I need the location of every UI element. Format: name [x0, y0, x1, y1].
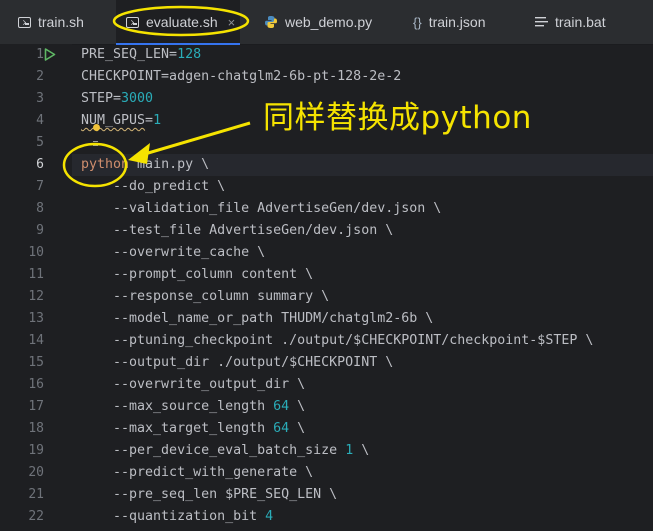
- line-number: 2: [36, 69, 44, 84]
- text-lines-icon: [535, 16, 548, 28]
- code-line-1: PRE_SEQ_LEN=128: [81, 47, 202, 62]
- line-number: 17: [28, 399, 44, 414]
- line-number: 14: [28, 333, 44, 348]
- line-number: 22: [28, 509, 44, 524]
- line-number: 8: [36, 201, 44, 216]
- line-number: 10: [28, 245, 44, 260]
- code-line-14: --ptuning_checkpoint ./output/$CHECKPOIN…: [81, 333, 594, 348]
- line-number: 9: [36, 223, 44, 238]
- caret-marker: [93, 141, 98, 146]
- line-number: 4: [36, 113, 44, 128]
- line-number: 3: [36, 91, 44, 106]
- tab-web-demo-py[interactable]: web_demo.py: [264, 0, 372, 44]
- code-line-20: --predict_with_generate \: [81, 465, 314, 480]
- editor-tab-bar: train.sh evaluate.sh × web_demo.py {} tr…: [0, 0, 653, 45]
- line-number: 20: [28, 465, 44, 480]
- tab-train-bat[interactable]: train.bat: [535, 0, 606, 44]
- tab-label: train.bat: [555, 14, 606, 30]
- run-script-icon[interactable]: [44, 48, 56, 61]
- code-line-2: CHECKPOINT=adgen-chatglm2-6b-pt-128-2e-2: [81, 69, 402, 84]
- line-number: 16: [28, 377, 44, 392]
- line-number: 15: [28, 355, 44, 370]
- json-braces-icon: {}: [413, 14, 422, 30]
- code-line-6: python main.py \: [81, 157, 210, 172]
- python-icon: [264, 15, 278, 29]
- line-number: 13: [28, 311, 44, 326]
- line-number: 5: [36, 135, 44, 150]
- code-line-11: --prompt_column content \: [81, 267, 314, 282]
- line-number: 7: [36, 179, 44, 194]
- tab-label: web_demo.py: [285, 14, 373, 30]
- code-line-19: --per_device_eval_batch_size 1 \: [81, 443, 370, 458]
- tab-train-json[interactable]: {} train.json: [413, 0, 486, 44]
- code-line-10: --overwrite_cache \: [81, 245, 266, 260]
- code-line-3: STEP=3000: [81, 91, 154, 106]
- line-number: 11: [28, 267, 44, 282]
- code-line-7: --do_predict \: [81, 179, 226, 194]
- code-line-15: --output_dir ./output/$CHECKPOINT \: [81, 355, 394, 370]
- code-line-8: --validation_file AdvertiseGen/dev.json …: [81, 201, 442, 216]
- code-line-18: --max_target_length 64 \: [81, 421, 306, 436]
- code-line-17: --max_source_length 64 \: [81, 399, 306, 414]
- code-line-13: --model_name_or_path THUDM/chatglm2-6b \: [81, 311, 434, 326]
- close-tab-icon[interactable]: ×: [228, 15, 236, 30]
- line-number-gutter: 1 2 3 4 5 6 7 8 9 10 11 12 13 14 15 16 1…: [0, 44, 72, 531]
- line-number: 6: [36, 157, 44, 172]
- code-line-21: --pre_seq_len $PRE_SEQ_LEN \: [81, 487, 338, 502]
- code-line-22: --quantization_bit 4: [81, 509, 274, 524]
- annotation-text: 同样替换成python: [263, 100, 532, 136]
- tab-label: evaluate.sh: [146, 14, 218, 30]
- line-number: 1: [36, 47, 44, 62]
- tab-evaluate-sh[interactable]: evaluate.sh ×: [116, 0, 240, 45]
- line-number: 21: [28, 487, 44, 502]
- terminal-icon: [18, 16, 31, 28]
- code-line-9: --test_file AdvertiseGen/dev.json \: [81, 223, 394, 238]
- lightbulb-icon[interactable]: [93, 124, 100, 131]
- tab-label: train.sh: [38, 14, 84, 30]
- line-number: 12: [28, 289, 44, 304]
- terminal-icon: [126, 16, 139, 28]
- tab-train-sh[interactable]: train.sh: [18, 0, 84, 44]
- line-number: 19: [28, 443, 44, 458]
- code-line-16: --overwrite_output_dir \: [81, 377, 306, 392]
- line-number: 18: [28, 421, 44, 436]
- code-line-12: --response_column summary \: [81, 289, 330, 304]
- tab-label: train.json: [428, 14, 486, 30]
